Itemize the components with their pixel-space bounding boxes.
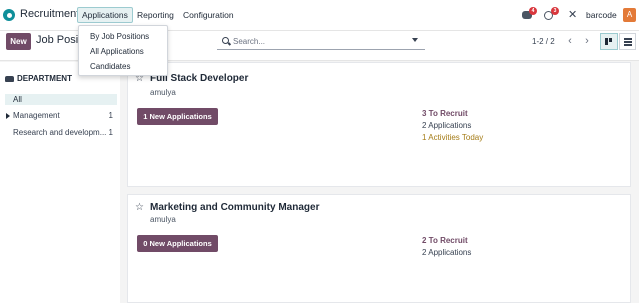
list-view-button[interactable] xyxy=(619,33,636,50)
user-avatar[interactable]: A xyxy=(623,8,636,22)
job-card[interactable]: ☆ Marketing and Community Manager amulya… xyxy=(127,194,631,303)
tools-icon[interactable]: ✕ xyxy=(568,8,577,21)
search-toggle-caret-icon[interactable] xyxy=(412,38,418,42)
job-user: amulya xyxy=(150,215,176,224)
activities-today-link[interactable]: 1 Activities Today xyxy=(422,133,483,142)
caret-right-icon[interactable] xyxy=(6,113,10,119)
pager-value[interactable]: 1-2 / 2 xyxy=(532,37,555,46)
pager-previous-icon[interactable]: ‹ xyxy=(563,33,577,50)
search-icon xyxy=(222,37,229,44)
messages-badge: 4 xyxy=(529,7,537,15)
company-name[interactable]: barcode xyxy=(586,10,617,20)
new-applications-button[interactable]: 0 New Applications xyxy=(137,235,218,252)
menu-item-candidates[interactable]: Candidates xyxy=(90,62,130,71)
sidebar-item-label: Management xyxy=(13,111,60,120)
sidebar-item-count: 1 xyxy=(108,128,113,137)
sidebar-item-research[interactable]: Research and developm... 1 xyxy=(5,127,117,138)
list-icon xyxy=(623,38,632,46)
sidebar-item-all[interactable]: All xyxy=(5,94,117,105)
sidebar-item-count: 1 xyxy=(108,111,113,120)
sidebar-heading: DEPARTMENT xyxy=(17,74,72,83)
recruitment-app-icon[interactable] xyxy=(3,9,15,21)
menu-configuration[interactable]: Configuration xyxy=(179,7,238,23)
sidebar-item-label: Research and developm... xyxy=(13,128,107,137)
pager-next-icon[interactable]: › xyxy=(580,33,594,50)
to-recruit-link[interactable]: 3 To Recruit xyxy=(422,109,468,118)
menu-item-all-applications[interactable]: All Applications xyxy=(90,47,144,56)
applications-link[interactable]: 2 Applications xyxy=(422,248,471,257)
applications-link[interactable]: 2 Applications xyxy=(422,121,471,130)
new-button[interactable]: New xyxy=(6,33,31,50)
department-users-icon xyxy=(5,76,14,82)
sidebar-item-management[interactable]: Management 1 xyxy=(5,110,117,121)
department-sidebar: DEPARTMENT All Management 1 Research and… xyxy=(0,62,120,303)
menu-reporting[interactable]: Reporting xyxy=(133,7,178,23)
job-user: amulya xyxy=(150,88,176,97)
new-applications-button[interactable]: 1 New Applications xyxy=(137,108,218,125)
applications-dropdown-menu: By Job Positions All Applications Candid… xyxy=(78,25,168,76)
search-input[interactable] xyxy=(233,34,409,48)
app-name[interactable]: Recruitment xyxy=(20,8,79,20)
menu-item-by-job-positions[interactable]: By Job Positions xyxy=(90,32,149,41)
activities-badge: 3 xyxy=(551,7,559,15)
job-card[interactable]: ☆ Full Stack Developer amulya 1 New Appl… xyxy=(127,62,631,187)
kanban-view-button[interactable] xyxy=(600,33,618,50)
to-recruit-link[interactable]: 2 To Recruit xyxy=(422,236,468,245)
search-bar xyxy=(217,33,425,50)
kanban-icon xyxy=(605,38,613,45)
star-icon[interactable]: ☆ xyxy=(135,202,144,213)
sidebar-item-label: All xyxy=(13,95,22,104)
job-title: Marketing and Community Manager xyxy=(150,202,320,213)
menu-applications[interactable]: Applications xyxy=(77,7,133,23)
